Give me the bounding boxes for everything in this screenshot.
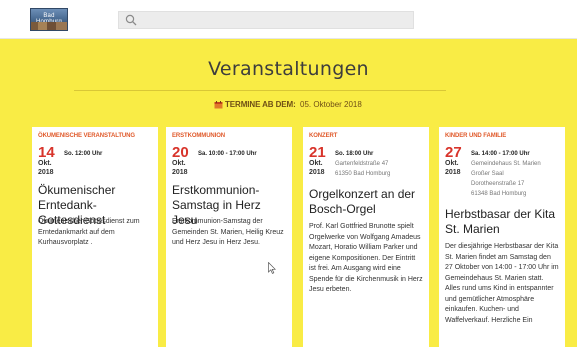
event-location-line: Gartenfeldstraße 47 (335, 161, 389, 167)
event-card[interactable]: KONZERT 21 Okt. 2018 So. 18:00 Uhr Garte… (303, 127, 429, 347)
event-day: 14 (38, 144, 55, 161)
event-description: Erstkommunion-Samstag der Gemeinden St. … (172, 218, 284, 246)
title-divider (74, 90, 446, 91)
date-filter-value[interactable]: 05. Oktober 2018 (300, 100, 362, 109)
event-location-line: Großer Saal (471, 171, 504, 177)
search-input[interactable] (143, 12, 407, 28)
mouse-cursor-icon (268, 262, 276, 274)
event-year: 2018 (38, 169, 54, 176)
logo-image (31, 22, 67, 30)
event-time: Sa. 14:00 - 17:00 Uhr (471, 151, 530, 157)
event-card[interactable]: ERSTKOMMUNION 20 Okt. 2018 Sa. 10:00 - 1… (166, 127, 292, 347)
event-description: Prof. Karl Gottfried Brunotte spielt Org… (309, 223, 423, 293)
event-card[interactable]: ÖKUMENISCHE VERANSTALTUNG 14 Okt. 2018 S… (32, 127, 158, 347)
event-month: Okt. (172, 160, 186, 167)
event-location-line: Dorotheenstraße 17 (471, 181, 525, 187)
page-title: Veranstaltungen (208, 58, 369, 80)
event-meta: Sa. 10:00 - 17:00 Uhr (198, 149, 288, 159)
event-date: 14 Okt. 2018 (38, 144, 62, 177)
event-date: 21 Okt. 2018 (309, 144, 333, 177)
event-month: Okt. (38, 160, 52, 167)
event-location-line: Gemeindehaus St. Marien (471, 161, 541, 167)
event-category[interactable]: ERSTKOMMUNION (172, 133, 288, 139)
event-year: 2018 (309, 169, 325, 176)
event-category[interactable]: KINDER UND FAMILIE (445, 133, 561, 139)
event-meta: So. 12:00 Uhr (64, 149, 154, 159)
event-day: 20 (172, 144, 189, 161)
date-filter-label: TERMINE AB DEM: (225, 100, 296, 109)
event-date: 27 Okt. 2018 (445, 144, 469, 177)
event-category[interactable]: KONZERT (309, 133, 425, 139)
event-day: 27 (445, 144, 462, 161)
event-category[interactable]: ÖKUMENISCHE VERANSTALTUNG (38, 133, 154, 139)
event-time: So. 12:00 Uhr (64, 151, 103, 157)
event-time: Sa. 10:00 - 17:00 Uhr (198, 151, 257, 157)
event-card[interactable]: KINDER UND FAMILIE 27 Okt. 2018 Sa. 14:0… (439, 127, 565, 347)
event-year: 2018 (445, 169, 461, 176)
event-description: Ökumenischer Gottesdienst zum Erntedankm… (38, 218, 140, 246)
search-icon[interactable] (125, 14, 137, 26)
event-date: 20 Okt. 2018 (172, 144, 196, 177)
date-filter: TERMINE AB DEM: 05. Oktober 2018 (0, 99, 577, 113)
event-location-line: 61350 Bad Homburg (335, 171, 391, 177)
event-month: Okt. (309, 160, 323, 167)
event-meta: Sa. 14:00 - 17:00 Uhr Gemeindehaus St. M… (471, 149, 561, 199)
event-location-line: 61348 Bad Homburg (471, 191, 527, 197)
event-meta: So. 18:00 Uhr Gartenfeldstraße 47 61350 … (335, 149, 425, 179)
event-description: Der diesjährige Herbstbasar der Kita St.… (445, 243, 559, 324)
calendar-icon (214, 101, 223, 109)
site-logo[interactable]: Bad Homburg (30, 8, 68, 31)
event-title[interactable]: Herbstbasar der Kita St. Marien (445, 207, 561, 237)
event-month: Okt. (445, 160, 459, 167)
search-box[interactable] (118, 11, 414, 29)
event-year: 2018 (172, 169, 188, 176)
top-bar: Bad Homburg (0, 0, 577, 39)
event-time: So. 18:00 Uhr (335, 151, 374, 157)
event-title[interactable]: Orgelkonzert an der Bosch-Orgel (309, 187, 425, 217)
event-day: 21 (309, 144, 326, 161)
